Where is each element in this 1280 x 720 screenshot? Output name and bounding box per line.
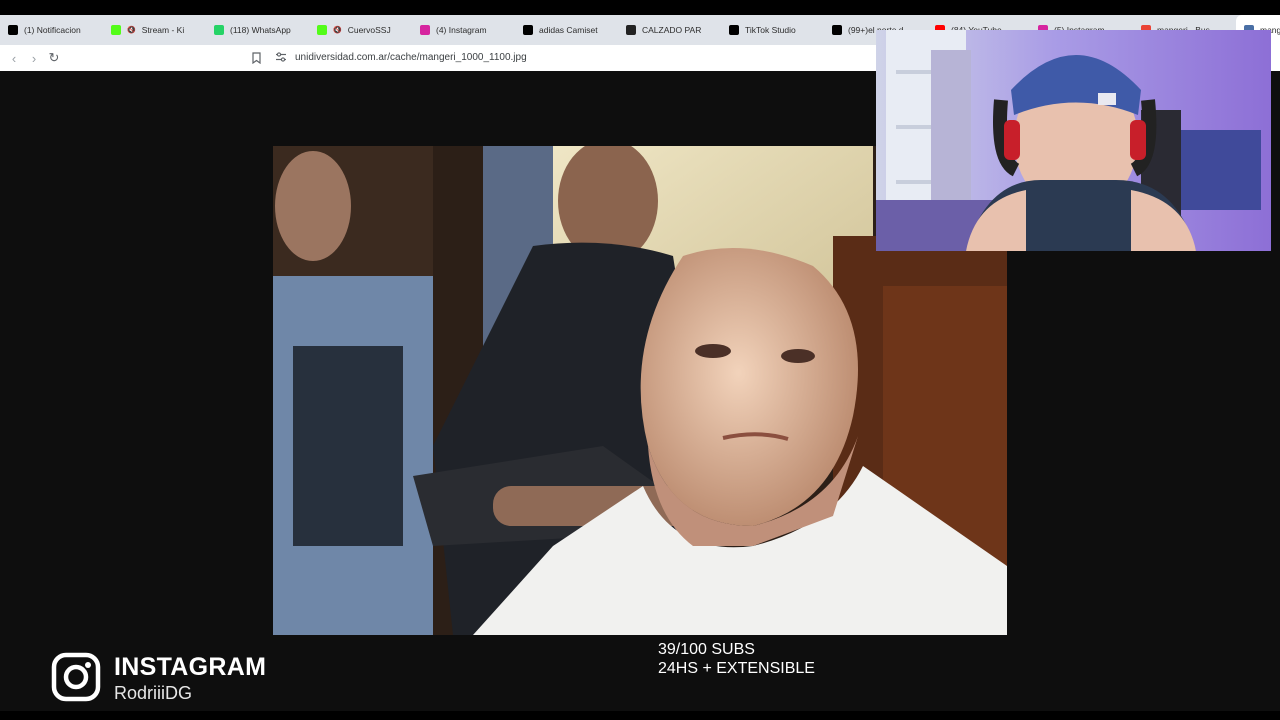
instagram-icon — [420, 25, 430, 35]
muted-speaker-icon[interactable]: 🔇 — [333, 26, 342, 34]
browser-tab[interactable]: CALZADO PAR — [618, 15, 721, 45]
tab-label: CuervoSSJ — [347, 25, 391, 35]
subs-count-text: 39/100 SUBS — [658, 641, 755, 658]
browser-tab[interactable]: TikTok Studio — [721, 15, 824, 45]
instagram-title: INSTAGRAM — [114, 653, 267, 681]
tab-label: CALZADO PAR — [642, 25, 702, 35]
browser-tab[interactable]: (1) Notificacion — [0, 15, 103, 45]
tab-label: (4) Instagram — [436, 25, 487, 35]
browser-tab[interactable]: 🔇 CuervoSSJ — [309, 15, 412, 45]
site-info-icon[interactable] — [274, 50, 288, 64]
adidas-icon — [523, 25, 533, 35]
tab-label: TikTok Studio — [745, 25, 796, 35]
muted-speaker-icon[interactable]: 🔇 — [127, 26, 136, 34]
kick-logo-icon — [317, 25, 327, 35]
browser-tab[interactable]: 🔇 Stream - Ki — [103, 15, 206, 45]
webcam-overlay — [876, 30, 1271, 251]
browser-tab[interactable]: adidas Camiset — [515, 15, 618, 45]
tab-label: (1) Notificacion — [24, 25, 81, 35]
kick-logo-icon — [111, 25, 121, 35]
reload-icon[interactable]: ↻ — [44, 48, 64, 68]
forward-arrow-icon[interactable]: › — [24, 48, 44, 68]
instagram-icon — [51, 652, 101, 702]
tiktok-icon — [729, 25, 739, 35]
address-bar[interactable]: unidiversidad.com.ar/cache/mangeri_1000_… — [295, 52, 527, 63]
ds-logo-icon — [626, 25, 636, 35]
whatsapp-icon — [214, 25, 224, 35]
browser-tab[interactable]: (4) Instagram — [412, 15, 515, 45]
subs-goal-overlay: 39/100 SUBS 24HS + EXTENSIBLE — [658, 640, 815, 678]
x-logo-icon — [8, 25, 18, 35]
back-arrow-icon[interactable]: ‹ — [4, 48, 24, 68]
tiktok-icon — [832, 25, 842, 35]
browser-tab[interactable]: (118) WhatsApp — [206, 15, 309, 45]
tab-label: (118) WhatsApp — [230, 25, 291, 35]
tab-label: Stream - Ki — [141, 25, 185, 35]
instagram-handle: RodriiiDG — [114, 683, 193, 703]
tab-label: adidas Camiset — [539, 25, 598, 35]
bookmark-icon[interactable] — [248, 49, 264, 67]
extensible-text: 24HS + EXTENSIBLE — [658, 660, 815, 677]
